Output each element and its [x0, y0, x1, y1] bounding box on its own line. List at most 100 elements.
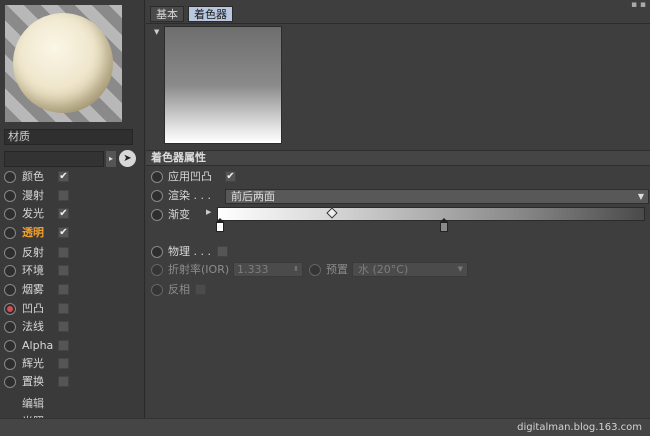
channel-checkbox[interactable] — [58, 303, 69, 314]
channel-checkbox[interactable] — [58, 340, 69, 351]
sub-item-edit[interactable]: 编辑 — [22, 395, 44, 411]
gradient-expand-icon[interactable]: ▶ — [206, 208, 211, 216]
channel-radio[interactable] — [4, 247, 16, 259]
ior-value: 1.333 — [237, 263, 269, 276]
gradient-knob-gray[interactable] — [440, 218, 448, 232]
tab-bar: 基本 着色器 ▪ ▪ — [146, 0, 650, 24]
material-search-input[interactable] — [4, 151, 104, 167]
shader-preview-image — [164, 26, 282, 144]
stepper-icon[interactable]: ⬍ — [293, 263, 299, 276]
channel-label: 凹凸 — [22, 302, 44, 315]
channel-label: 置换 — [22, 375, 44, 388]
prop-apply-bump: 应用凹凸 ✔ — [151, 169, 646, 185]
prop-label: 应用凹凸 — [168, 170, 212, 183]
channel-checkbox[interactable]: ✔ — [58, 208, 69, 219]
tab-basic[interactable]: 基本 — [150, 6, 184, 22]
prop-radio[interactable] — [151, 264, 163, 276]
search-dropdown-arrow-icon[interactable]: ▸ — [106, 151, 116, 167]
prop-label: 渐变 — [168, 208, 190, 221]
channel-checkbox[interactable] — [58, 358, 69, 369]
section-header-shader-props: 着色器属性 — [146, 150, 650, 166]
channel-label: 透明 — [22, 226, 44, 239]
chevron-down-icon: ▼ — [637, 192, 644, 201]
channel-checkbox[interactable] — [58, 284, 69, 295]
channel-checkbox[interactable] — [58, 247, 69, 258]
chevron-down-icon: ▼ — [457, 265, 463, 273]
preset-select-value: 水 (20°C) — [358, 263, 409, 276]
ior-number-field[interactable]: 1.333 ⬍ — [233, 262, 303, 277]
prop-radio[interactable] — [309, 264, 321, 276]
prop-radio[interactable] — [151, 209, 163, 221]
channel-glow[interactable]: 辉光 — [4, 356, 136, 372]
preset-select[interactable]: 水 (20°C) ▼ — [352, 262, 468, 277]
prop-label: 预置 — [326, 263, 348, 276]
channel-label: 烟雾 — [22, 283, 44, 296]
channel-radio[interactable] — [4, 208, 16, 220]
channel-diffusion[interactable]: 漫射 — [4, 188, 136, 204]
channel-checkbox[interactable] — [58, 321, 69, 332]
gradient-knob-white[interactable] — [216, 218, 224, 232]
channel-radio[interactable] — [4, 190, 16, 202]
pick-cursor-icon[interactable]: ➤ — [119, 150, 136, 167]
channel-checkbox[interactable] — [58, 190, 69, 201]
channel-normal[interactable]: 法线 — [4, 319, 136, 335]
invert-checkbox[interactable] — [195, 284, 206, 295]
gradient-bar[interactable] — [217, 207, 645, 221]
channel-transparency[interactable]: 透明 ✔ — [4, 225, 136, 241]
channel-reflection[interactable]: 反射 — [4, 245, 136, 261]
channel-radio[interactable] — [4, 376, 16, 388]
channel-label: 法线 — [22, 320, 44, 333]
prop-invert: 反相 — [151, 282, 231, 298]
physical-checkbox[interactable] — [217, 246, 228, 257]
prop-physical: 物理 . . . — [151, 244, 641, 260]
watermark-text: digitalman.blog.163.com — [0, 418, 650, 436]
channel-label: 反射 — [22, 246, 44, 259]
channel-label: 辉光 — [22, 357, 44, 370]
prop-label: 渲染 . . . — [168, 189, 211, 202]
channel-radio[interactable] — [4, 227, 16, 239]
prop-preset: 预置 — [309, 262, 349, 278]
tab-shader[interactable]: 着色器 — [188, 6, 233, 22]
channel-checkbox[interactable] — [58, 376, 69, 387]
channel-checkbox[interactable]: ✔ — [58, 227, 69, 238]
preview-collapse-icon[interactable]: ▼ — [154, 28, 159, 36]
render-select-value: 前后两面 — [231, 190, 275, 203]
channel-checkbox[interactable] — [58, 265, 69, 276]
render-select[interactable]: 前后两面 ▼ — [225, 189, 649, 204]
channel-radio[interactable] — [4, 358, 16, 370]
material-preview[interactable] — [5, 5, 122, 122]
channel-radio[interactable] — [4, 265, 16, 277]
prop-label: 反相 — [168, 283, 190, 296]
prop-label: 物理 . . . — [168, 245, 211, 258]
channel-bump[interactable]: 凹凸 — [4, 301, 136, 317]
channel-radio[interactable] — [4, 321, 16, 333]
prop-radio[interactable] — [151, 190, 163, 202]
channel-environment[interactable]: 环境 — [4, 263, 136, 279]
channel-displacement[interactable]: 置换 — [4, 374, 136, 390]
channel-alpha[interactable]: Alpha — [4, 338, 136, 354]
channel-label: Alpha — [22, 339, 54, 352]
channel-label: 漫射 — [22, 189, 44, 202]
prop-radio[interactable] — [151, 171, 163, 183]
channel-fog[interactable]: 烟雾 — [4, 282, 136, 298]
prop-radio[interactable] — [151, 246, 163, 258]
channel-radio[interactable] — [4, 340, 16, 352]
prop-ior: 折射率(IOR) — [151, 262, 231, 278]
channel-label: 环境 — [22, 264, 44, 277]
channel-checkbox[interactable]: ✔ — [58, 171, 69, 182]
panel-menu-icon[interactable]: ▪ ▪ — [631, 0, 646, 10]
channel-luminance[interactable]: 发光 ✔ — [4, 206, 136, 222]
channel-label: 颜色 — [22, 170, 44, 183]
material-channel-panel: 材质 ▸ ➤ 颜色 ✔ 漫射 发光 ✔ 透明 ✔ 反射 环境 烟雾 凹凸 法线 … — [0, 0, 145, 436]
material-title: 材质 — [4, 129, 133, 145]
prop-radio[interactable] — [151, 284, 163, 296]
channel-radio[interactable] — [4, 303, 16, 315]
channel-color[interactable]: 颜色 ✔ — [4, 169, 136, 185]
material-sphere — [13, 13, 113, 113]
apply-bump-checkbox[interactable]: ✔ — [225, 171, 236, 182]
channel-label: 发光 — [22, 207, 44, 220]
prop-label: 折射率(IOR) — [168, 263, 230, 276]
prop-render: 渲染 . . . 前后两面 ▼ — [151, 188, 649, 204]
channel-radio[interactable] — [4, 284, 16, 296]
channel-radio[interactable] — [4, 171, 16, 183]
